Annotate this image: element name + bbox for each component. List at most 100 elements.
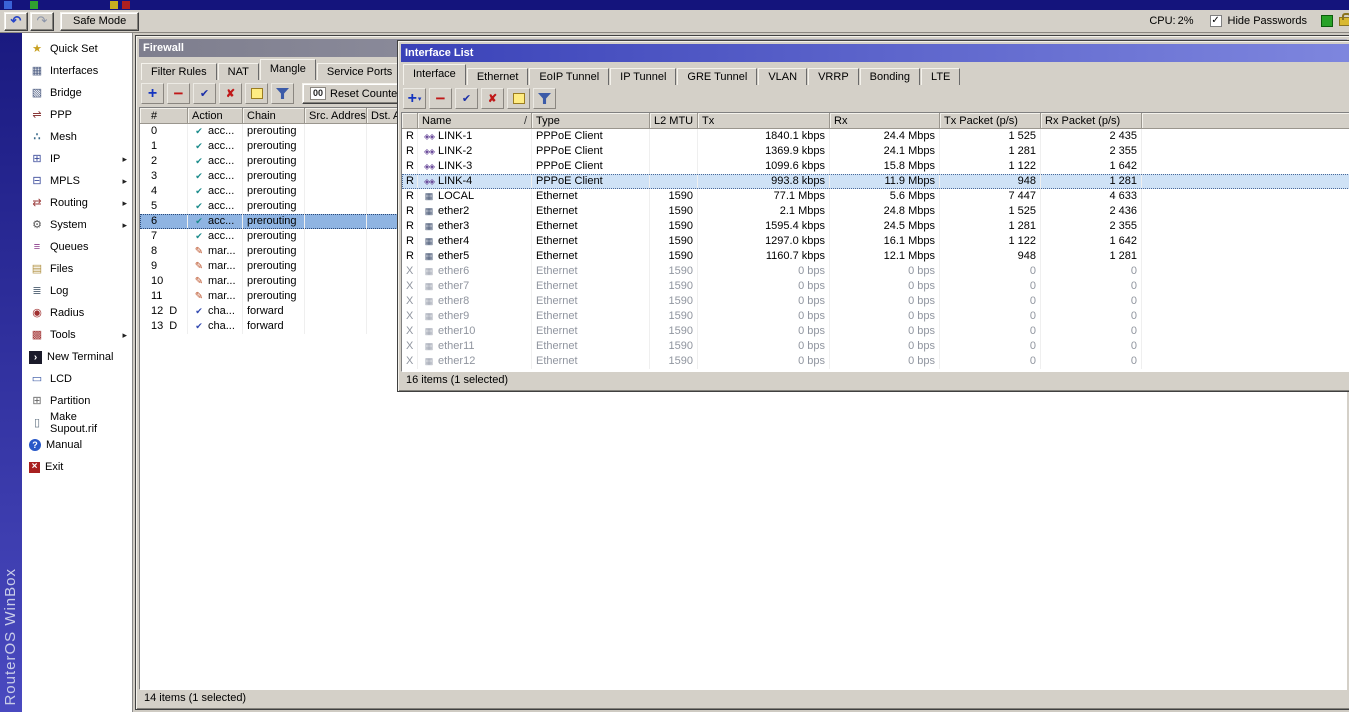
remove-button[interactable] bbox=[429, 88, 452, 109]
column-header-type[interactable]: Type bbox=[532, 113, 650, 129]
mark-icon bbox=[192, 289, 206, 304]
tab-vrrp[interactable]: VRRP bbox=[808, 68, 859, 85]
tab-gre-tunnel[interactable]: GRE Tunnel bbox=[677, 68, 758, 85]
sidebar-item-bridge[interactable]: Bridge bbox=[22, 82, 132, 104]
terminal-icon bbox=[29, 350, 42, 364]
interface-row[interactable]: X ether6 Ethernet 1590 0 bps 0 bps 0 0 bbox=[402, 264, 1349, 279]
sidebar-item-ppp[interactable]: PPP bbox=[22, 104, 132, 126]
sidebar-item-routing[interactable]: Routing ▸ bbox=[22, 192, 132, 214]
tab-nat[interactable]: NAT bbox=[217, 63, 259, 80]
sidebar-item-label: New Terminal bbox=[47, 351, 114, 363]
sidebar-item-interfaces[interactable]: Interfaces bbox=[22, 60, 132, 82]
comment-button[interactable] bbox=[507, 88, 530, 109]
column-header-name[interactable]: Name / bbox=[418, 113, 532, 129]
filter-button[interactable] bbox=[533, 88, 556, 109]
radius-icon bbox=[29, 307, 45, 320]
sidebar-item-queues[interactable]: Queues bbox=[22, 236, 132, 258]
ip-icon bbox=[29, 153, 45, 166]
sidebar-item-mpls[interactable]: MPLS ▸ bbox=[22, 170, 132, 192]
tab-eoip-tunnel[interactable]: EoIP Tunnel bbox=[529, 68, 610, 85]
interface-list-titlebar[interactable]: Interface List bbox=[401, 44, 1349, 62]
tab-vlan[interactable]: VLAN bbox=[758, 68, 808, 85]
sidebar-item-make-supout[interactable]: Make Supout.rif bbox=[22, 411, 132, 435]
ethernet-icon bbox=[422, 249, 436, 264]
sidebar-item-partition[interactable]: Partition bbox=[22, 390, 132, 412]
column-header-l2mtu[interactable]: L2 MTU bbox=[650, 113, 698, 129]
top-toolbar: Safe Mode CPU:2% Hide Passwords bbox=[0, 10, 1349, 33]
filter-icon bbox=[276, 88, 289, 99]
column-header-src-address[interactable]: Src. Address bbox=[305, 108, 367, 124]
sidebar-item-label: Mesh bbox=[50, 131, 77, 143]
interface-row[interactable]: R ether5 Ethernet 1590 1160.7 kbps 12.1 … bbox=[402, 249, 1349, 264]
app-icon bbox=[4, 1, 12, 9]
interface-row[interactable]: X ether9 Ethernet 1590 0 bps 0 bps 0 0 bbox=[402, 309, 1349, 324]
interface-row[interactable]: X ether7 Ethernet 1590 0 bps 0 bps 0 0 bbox=[402, 279, 1349, 294]
interface-row[interactable]: X ether12 Ethernet 1590 0 bps 0 bps 0 0 bbox=[402, 354, 1349, 369]
add-button[interactable] bbox=[141, 83, 164, 104]
sidebar-item-files[interactable]: Files bbox=[22, 258, 132, 280]
tab-mangle[interactable]: Mangle bbox=[259, 59, 316, 80]
sidebar-item-radius[interactable]: Radius bbox=[22, 302, 132, 324]
add-icon bbox=[147, 87, 159, 100]
tab-filter-rules[interactable]: Filter Rules bbox=[141, 63, 217, 80]
enable-button[interactable] bbox=[193, 83, 216, 104]
redo-button[interactable] bbox=[30, 11, 54, 31]
undo-button[interactable] bbox=[4, 11, 28, 31]
hide-passwords-checkbox[interactable] bbox=[1209, 15, 1222, 27]
sidebar-item-label: LCD bbox=[50, 373, 73, 385]
interface-row[interactable]: X ether10 Ethernet 1590 0 bps 0 bps 0 0 bbox=[402, 324, 1349, 339]
filter-button[interactable] bbox=[271, 83, 294, 104]
sidebar-item-new-terminal[interactable]: New Terminal bbox=[22, 346, 132, 368]
sidebar-item-mesh[interactable]: Mesh bbox=[22, 126, 132, 148]
tab-ethernet[interactable]: Ethernet bbox=[466, 68, 529, 85]
sidebar-item-label: Partition bbox=[50, 395, 91, 407]
add-button[interactable] bbox=[403, 88, 426, 109]
sidebar-item-lcd[interactable]: LCD bbox=[22, 368, 132, 390]
interface-row[interactable]: R ether2 Ethernet 1590 2.1 Mbps 24.8 Mbp… bbox=[402, 204, 1349, 219]
comment-button[interactable] bbox=[245, 83, 268, 104]
remove-button[interactable] bbox=[167, 83, 190, 104]
mark-icon bbox=[192, 274, 206, 289]
sidebar-item-system[interactable]: System ▸ bbox=[22, 214, 132, 236]
sidebar-item-exit[interactable]: Exit bbox=[22, 456, 132, 478]
sidebar-item-ip[interactable]: IP ▸ bbox=[22, 148, 132, 170]
sidebar-item-quick-set[interactable]: Quick Set bbox=[22, 38, 132, 60]
interface-row[interactable]: R ether4 Ethernet 1590 1297.0 kbps 16.1 … bbox=[402, 234, 1349, 249]
column-header-chain[interactable]: Chain bbox=[243, 108, 305, 124]
tab-lte[interactable]: LTE bbox=[921, 68, 961, 85]
interface-row[interactable]: R ether3 Ethernet 1590 1595.4 kbps 24.5 … bbox=[402, 219, 1349, 234]
interface-row[interactable]: R LINK-2 PPPoE Client 1369.9 kbps 24.1 M… bbox=[402, 144, 1349, 159]
safe-mode-button[interactable]: Safe Mode bbox=[60, 11, 140, 31]
mpls-icon bbox=[29, 175, 45, 188]
disable-button[interactable] bbox=[219, 83, 242, 104]
column-header-tx[interactable]: Tx bbox=[698, 113, 830, 129]
tab-ip-tunnel[interactable]: IP Tunnel bbox=[610, 68, 677, 85]
interface-row[interactable]: R LINK-1 PPPoE Client 1840.1 kbps 24.4 M… bbox=[402, 129, 1349, 144]
interface-row[interactable]: X ether11 Ethernet 1590 0 bps 0 bps 0 0 bbox=[402, 339, 1349, 354]
column-header-action[interactable]: Action bbox=[188, 108, 243, 124]
sidebar-item-tools[interactable]: Tools ▸ bbox=[22, 324, 132, 346]
sidebar-item-label: Quick Set bbox=[50, 43, 98, 55]
column-header-flag[interactable] bbox=[402, 113, 418, 129]
tab-interface[interactable]: Interface bbox=[403, 64, 466, 85]
interface-table-header: Name / Type L2 MTU Tx Rx Tx Packet (p/s)… bbox=[402, 113, 1349, 129]
column-header-tx-packet[interactable]: Tx Packet (p/s) bbox=[940, 113, 1041, 129]
tab-service-ports[interactable]: Service Ports bbox=[316, 63, 403, 80]
ethernet-icon bbox=[422, 189, 436, 204]
column-header-num[interactable]: # bbox=[140, 108, 188, 124]
lcd-icon bbox=[29, 373, 45, 386]
interface-row[interactable]: R LINK-3 PPPoE Client 1099.6 kbps 15.8 M… bbox=[402, 159, 1349, 174]
column-header-rx-packet[interactable]: Rx Packet (p/s) bbox=[1041, 113, 1142, 129]
sidebar-item-label: Interfaces bbox=[50, 65, 99, 77]
sidebar: Quick Set Interfaces Bridge PPP Mesh bbox=[22, 33, 133, 712]
sidebar-item-manual[interactable]: Manual bbox=[22, 434, 132, 456]
enable-button[interactable] bbox=[455, 88, 478, 109]
interface-row[interactable]: R LINK-4 PPPoE Client 993.8 kbps 11.9 Mb… bbox=[402, 174, 1349, 189]
disable-button[interactable] bbox=[481, 88, 504, 109]
tab-bonding[interactable]: Bonding bbox=[859, 68, 921, 85]
accept-icon bbox=[192, 154, 206, 169]
sidebar-item-log[interactable]: Log bbox=[22, 280, 132, 302]
interface-row[interactable]: R LOCAL Ethernet 1590 77.1 Mbps 5.6 Mbps… bbox=[402, 189, 1349, 204]
interface-row[interactable]: X ether8 Ethernet 1590 0 bps 0 bps 0 0 bbox=[402, 294, 1349, 309]
column-header-rx[interactable]: Rx bbox=[830, 113, 940, 129]
